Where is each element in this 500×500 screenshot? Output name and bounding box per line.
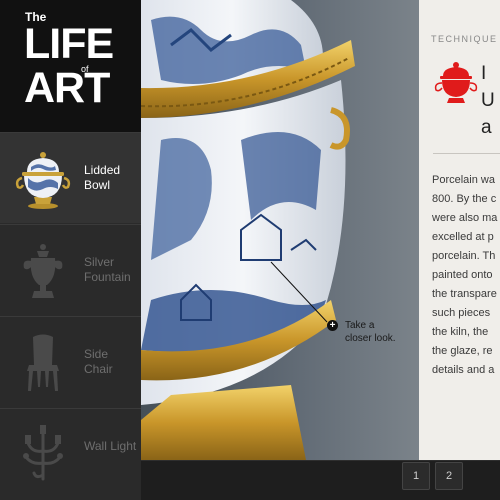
article-title: I U a: [481, 60, 495, 141]
body-line: details and a: [432, 364, 495, 376]
sidebar-item-lidded-bowl[interactable]: Lidded Bowl: [0, 132, 141, 223]
sidebar-item-label: Wall Light: [84, 439, 137, 453]
body-line: Porcelain wa: [432, 174, 495, 186]
body-line: the kiln, the: [432, 326, 489, 338]
closer-look-callout[interactable]: Take a closer look.: [345, 319, 415, 345]
logo-art-text: ART: [24, 64, 110, 112]
sidebar-item-label: Lidded Bowl: [84, 163, 121, 192]
lidded-bowl-icon: [434, 62, 478, 103]
callout-line-1: Take a: [345, 320, 375, 331]
body-line: porcelain. Th: [432, 250, 496, 262]
lidded-bowl-detail-image: [141, 0, 355, 460]
logo-life-text: LIFE: [24, 20, 114, 68]
page-1-button[interactable]: 1: [402, 462, 430, 490]
body-line: such pieces: [432, 307, 491, 319]
artwork-photo[interactable]: [141, 0, 419, 460]
body-line: the glaze, re: [432, 345, 493, 357]
sidebar-item-wall-light[interactable]: Wall Light: [0, 408, 141, 499]
silver-fountain-icon: [23, 244, 63, 298]
sidebar-item-side-chair[interactable]: Side Chair: [0, 316, 141, 407]
section-kicker: TECHNIQUE: [431, 34, 498, 44]
title-line-2: U: [481, 90, 495, 111]
sidebar-item-silver-fountain[interactable]: Silver Fountain: [0, 224, 141, 315]
side-chair-icon: [27, 334, 59, 391]
body-line: excelled at p: [432, 231, 494, 243]
body-line: were also ma: [432, 212, 498, 224]
lidded-bowl-thumb: [15, 152, 71, 209]
body-line: 800. By the c: [432, 193, 497, 205]
title-line-3: a: [481, 117, 492, 138]
zoom-plus-icon[interactable]: +: [327, 320, 338, 331]
page-2-button[interactable]: 2: [435, 462, 463, 490]
sidebar-item-label: Side Chair: [84, 347, 113, 376]
body-line: painted onto: [432, 269, 493, 281]
sidebar: The LIFE of ART Lidded Bowl Silver Fount…: [0, 0, 141, 500]
sidebar-item-label: Silver Fountain: [84, 255, 131, 284]
article-panel: TECHNIQUE I U a: [419, 0, 500, 460]
app-logo[interactable]: The LIFE of ART: [0, 0, 141, 132]
title-line-1: I: [481, 63, 487, 84]
callout-line-2: closer look.: [345, 333, 396, 344]
body-line: the transpare: [432, 288, 497, 300]
divider: [433, 153, 500, 154]
wall-light-icon: [23, 425, 63, 481]
